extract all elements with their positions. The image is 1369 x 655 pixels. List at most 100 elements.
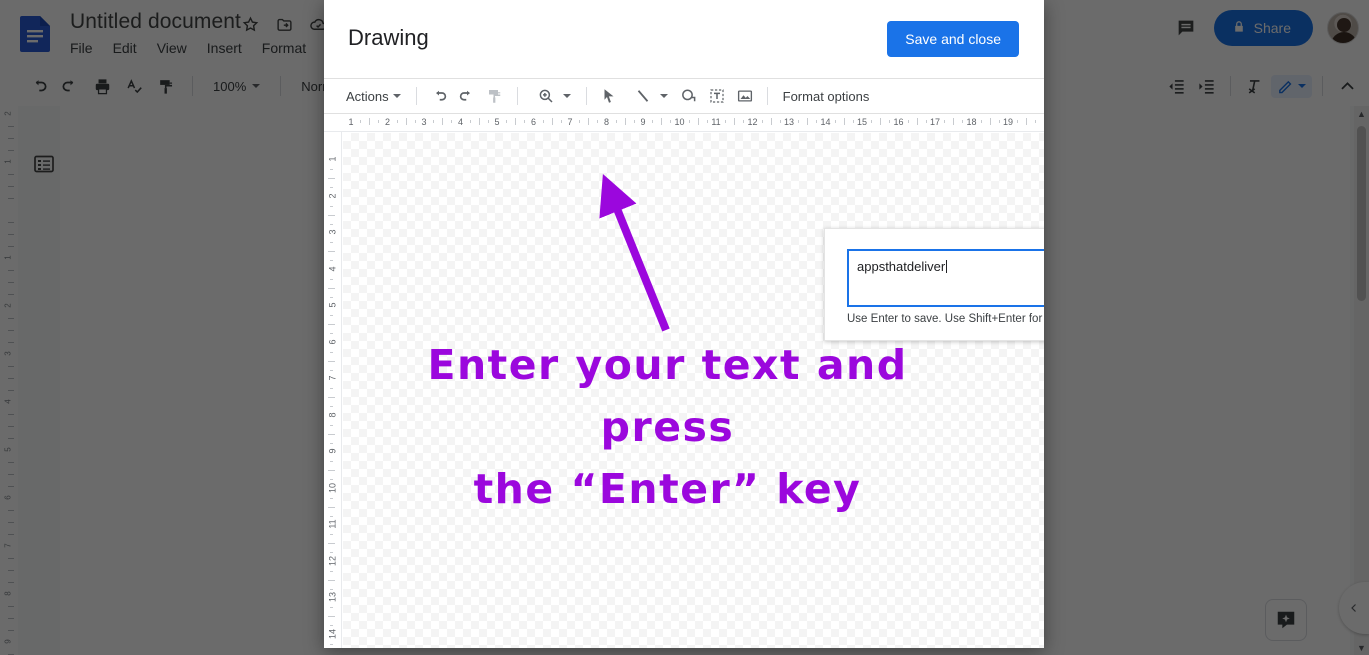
drawing-toolbar-divider-4 [766, 87, 768, 105]
ruler-tick [405, 118, 407, 125]
image-icon[interactable] [732, 83, 758, 109]
ruler-tick [597, 120, 599, 123]
ruler-tick-label: 8 [327, 412, 338, 418]
ruler-tick [907, 120, 909, 123]
ruler-tick [770, 118, 772, 125]
ruler-tick [487, 120, 489, 123]
screen: Untitled document File Edit View Insert … [0, 0, 1369, 655]
ruler-tick [328, 470, 335, 472]
ruler-tick [962, 120, 964, 123]
ruler-tick-label: 3 [421, 117, 427, 127]
ruler-tick [697, 118, 699, 125]
ruler-tick [816, 120, 818, 123]
ruler-tick [330, 388, 333, 390]
ruler-tick [330, 205, 333, 207]
ruler-tick [633, 120, 635, 123]
ruler-tick-label: 6 [327, 339, 338, 345]
ruler-tick [396, 120, 398, 123]
zoom-menu[interactable] [527, 83, 577, 109]
ruler-tick-label: 12 [747, 117, 758, 127]
dialog-header: Drawing Save and close [324, 0, 1044, 78]
ruler-tick [369, 118, 371, 125]
chevron-down-icon [562, 94, 571, 98]
ruler-tick-label: 14 [327, 628, 338, 639]
ruler-tick [330, 479, 333, 481]
ruler-tick [330, 278, 333, 280]
ruler-tick [330, 351, 333, 353]
ruler-tick [761, 120, 763, 123]
ruler-tick [330, 406, 333, 408]
ruler-tick [414, 120, 416, 123]
ruler-tick [433, 120, 435, 123]
annotation-line-2: the “Enter” key [473, 465, 862, 513]
ruler-tick [330, 497, 333, 499]
ruler-tick [330, 570, 333, 572]
ruler-tick-label: 12 [327, 555, 338, 566]
ruler-tick-label: 6 [530, 117, 537, 127]
zoom-icon [533, 83, 559, 109]
ruler-tick-label: 17 [929, 117, 941, 127]
ruler-tick-label: 19 [1002, 117, 1014, 127]
ruler-tick [670, 120, 672, 123]
shape-icon[interactable] [676, 83, 702, 109]
vertical-ruler[interactable]: 1 2 3 4 5 6 7 8 9 10 11 12 13 14 [324, 132, 342, 648]
ruler-tick-label: 2 [384, 117, 391, 127]
chevron-down-icon [659, 94, 668, 98]
ruler-tick-label: 9 [327, 448, 338, 454]
text-input-value: appsthatdeliver [857, 259, 948, 274]
ruler-tick-label: 16 [893, 117, 904, 127]
text-input-field[interactable]: appsthatdeliver [847, 249, 1044, 307]
select-cursor-icon[interactable] [596, 83, 622, 109]
ruler-tick [515, 118, 517, 125]
ruler-tick [661, 118, 663, 125]
ruler-tick [734, 118, 736, 125]
ruler-tick [330, 625, 333, 627]
ruler-tick [442, 118, 444, 125]
ruler-tick-label: 8 [603, 117, 610, 127]
ruler-tick [330, 552, 333, 554]
text-box-icon[interactable] [704, 83, 730, 109]
ruler-tick [328, 360, 335, 362]
ruler-tick [652, 120, 654, 123]
ruler-tick [328, 397, 335, 399]
undo-icon[interactable] [426, 83, 452, 109]
redo-icon[interactable] [454, 83, 480, 109]
ruler-tick [889, 120, 891, 123]
horizontal-ruler[interactable]: 1 2 3 4 5 6 7 8 9 10 11 12 13 14 15 16 17 18 19 [324, 114, 1044, 132]
ruler-tick-label: 18 [966, 117, 977, 127]
ruler-tick [998, 120, 1000, 123]
annotation-text: Enter your text and press the “Enter” ke… [395, 334, 940, 520]
ruler-tick [588, 118, 590, 125]
line-tool[interactable] [624, 83, 674, 109]
ruler-tick-label: 13 [783, 117, 795, 127]
ruler-tick [330, 424, 333, 426]
ruler-tick-label: 15 [856, 117, 868, 127]
save-and-close-button[interactable]: Save and close [887, 21, 1019, 57]
ruler-tick-label: 14 [820, 117, 831, 127]
ruler-tick [524, 120, 526, 123]
ruler-tick [953, 118, 955, 125]
text-entry-popup: appsthatdeliver Use Enter to save. Use S… [824, 228, 1044, 341]
ruler-tick [328, 251, 335, 253]
ruler-tick-label: 4 [457, 117, 464, 127]
ruler-tick [328, 579, 335, 581]
ruler-tick-label: 11 [327, 519, 338, 529]
ruler-tick [551, 118, 553, 125]
ruler-tick [579, 120, 581, 123]
ruler-tick [688, 120, 690, 123]
ruler-tick [328, 214, 335, 216]
ruler-tick [798, 120, 800, 123]
ruler-tick [506, 120, 508, 123]
ruler-tick [834, 120, 836, 123]
ruler-tick [1026, 118, 1028, 125]
ruler-tick [925, 120, 927, 123]
drawing-dialog: Drawing Save and close Actions Format op… [324, 0, 1044, 648]
ruler-tick [328, 324, 335, 326]
paint-format-icon[interactable] [482, 83, 508, 109]
actions-menu[interactable]: Actions [340, 83, 407, 109]
ruler-tick [330, 534, 333, 536]
ruler-tick [1035, 120, 1037, 123]
ruler-tick [328, 616, 335, 618]
format-options-button[interactable]: Format options [777, 83, 876, 109]
ruler-tick [330, 169, 333, 171]
